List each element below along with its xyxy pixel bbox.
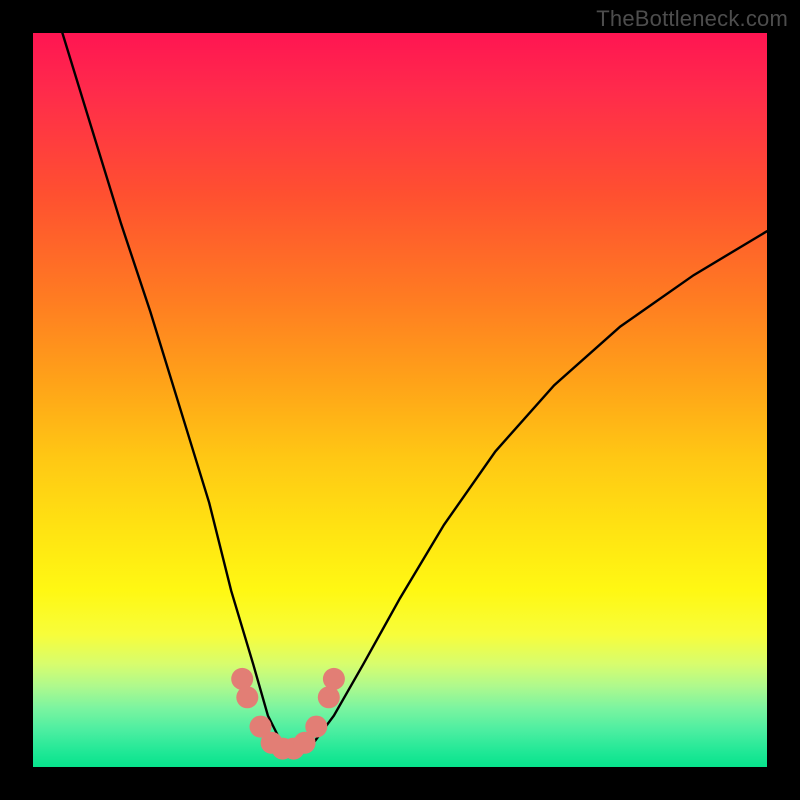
- chart-frame: TheBottleneck.com: [0, 0, 800, 800]
- curve-layer: [33, 33, 767, 767]
- watermark-text: TheBottleneck.com: [596, 6, 788, 32]
- plot-area: [33, 33, 767, 767]
- highlight-dot: [323, 668, 345, 690]
- highlight-dots: [231, 668, 345, 760]
- highlight-dot: [318, 686, 340, 708]
- highlight-dot: [231, 668, 253, 690]
- highlight-dot: [236, 686, 258, 708]
- bottleneck-curve: [62, 33, 767, 752]
- highlight-dot: [305, 716, 327, 738]
